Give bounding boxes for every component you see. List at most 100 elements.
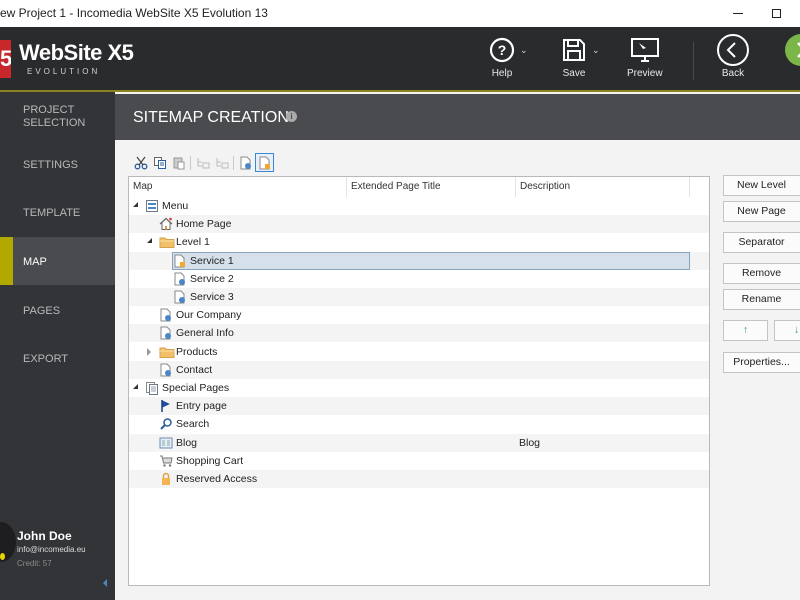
tree-row-label: Service 2 <box>190 272 234 285</box>
tree-row[interactable]: Contact <box>129 360 709 379</box>
floppy-disk-icon <box>563 39 585 61</box>
page-title: SITEMAP CREATION <box>133 109 289 126</box>
sidebar-item-project-selection[interactable]: PROJECT SELECTION <box>0 92 115 140</box>
minimize-icon <box>733 12 743 14</box>
new-page-button[interactable]: New Page <box>723 201 800 222</box>
move-out-icon <box>216 157 228 168</box>
save-dropdown-icon[interactable]: ⌄ <box>592 45 600 56</box>
back-label: Back <box>721 68 745 79</box>
sitemap-tree: Map Extended Page Title Description Menu… <box>128 176 710 586</box>
column-header-map[interactable]: Map <box>129 177 347 197</box>
rename-button[interactable]: Rename <box>723 289 800 310</box>
tree-row[interactable]: Entry page <box>129 397 709 416</box>
sidebar-item-pages[interactable]: PAGES <box>0 286 115 334</box>
svg-text:?: ? <box>498 42 507 58</box>
tree-row[interactable]: Menu <box>129 197 709 215</box>
folder-icon <box>159 235 175 249</box>
back-arrow-icon <box>717 34 749 66</box>
tree-row[interactable]: Shopping Cart <box>129 452 709 470</box>
tree-row[interactable]: Reserved Access <box>129 470 709 488</box>
cut-icon <box>134 156 147 169</box>
sidebar-item-label: PAGES <box>23 305 61 317</box>
move-down-button[interactable]: ↓ <box>774 320 800 341</box>
collapsed-arrow-icon[interactable] <box>147 347 151 356</box>
page-header: SITEMAP CREATION i <box>115 94 800 140</box>
save-button[interactable]: Save <box>561 37 587 87</box>
page-info-icon <box>159 363 173 377</box>
tree-row[interactable]: General Info <box>129 324 709 343</box>
info-icon[interactable]: i <box>286 111 297 122</box>
preview-label: Preview <box>627 68 663 79</box>
page-lock-icon <box>259 156 270 169</box>
tree-row[interactable]: Search <box>129 415 709 433</box>
tree-row[interactable]: Service 3 <box>129 288 709 306</box>
copy-button[interactable] <box>150 153 169 172</box>
tree-row-label: Blog <box>176 436 198 449</box>
tree-row[interactable]: Products <box>129 343 709 361</box>
home-icon <box>159 217 173 231</box>
tree-row-label: Service 3 <box>190 291 234 303</box>
menu-icon <box>145 199 159 213</box>
sidebar-item-label: SELECTION <box>23 117 86 129</box>
back-button[interactable]: Back <box>716 34 750 87</box>
toolbar-separator <box>233 155 234 170</box>
sidebar-item-label: SETTINGS <box>23 159 79 171</box>
paste-button[interactable] <box>169 153 188 172</box>
app-header: 5 WebSite X5 EVOLUTION ? Help ⌄ Save ⌄ P… <box>0 27 800 92</box>
tree-row-label: Level 1 <box>176 236 210 249</box>
tree-row[interactable]: Special Pages <box>129 379 709 397</box>
column-header-extended-page-title[interactable]: Extended Page Title <box>347 177 516 197</box>
status-dot <box>0 553 5 560</box>
page-lock-button[interactable] <box>255 153 274 172</box>
remove-button[interactable]: Remove <box>723 263 800 284</box>
next-arrow-icon <box>785 34 800 66</box>
toolbar-separator <box>190 155 191 170</box>
tree-row[interactable]: Blog Blog <box>129 433 709 452</box>
page-info-icon <box>159 308 173 322</box>
help-button[interactable]: ? Help <box>489 37 515 87</box>
page-info-icon <box>240 156 251 169</box>
expanded-arrow-icon[interactable] <box>133 384 138 389</box>
column-header-description[interactable]: Description <box>516 177 690 197</box>
preview-button[interactable]: Preview <box>627 37 663 87</box>
next-button[interactable]: Ne <box>784 34 800 87</box>
tree-row-label: Contact <box>176 363 213 376</box>
maximize-button[interactable] <box>761 3 791 23</box>
sidebar-item-label: TEMPLATE <box>23 207 81 219</box>
tree-row[interactable]: Service 2 <box>129 270 709 288</box>
tree-row[interactable]: Home Page <box>129 215 709 234</box>
flag-icon <box>159 399 173 413</box>
logo-mark: 5 <box>0 40 11 78</box>
page-info-icon <box>173 290 187 304</box>
tree-row[interactable]: Level 1 <box>129 233 709 251</box>
copy-icon <box>153 156 166 169</box>
minimize-button[interactable] <box>723 3 753 23</box>
sidebar-item-template[interactable]: TEMPLATE <box>0 189 115 237</box>
search-icon <box>159 417 173 431</box>
window-title: ew Project 1 - Incomedia WebSite X5 Evol… <box>0 6 268 20</box>
tree-row[interactable]: Our Company <box>129 306 709 324</box>
sidebar-item-map[interactable]: MAP <box>0 237 115 285</box>
move-in-button[interactable] <box>193 153 212 172</box>
properties-button[interactable]: Properties... <box>723 352 800 373</box>
sidebar-item-settings[interactable]: SETTINGS <box>0 141 115 189</box>
page-lock-icon <box>173 254 187 268</box>
help-dropdown-icon[interactable]: ⌄ <box>520 45 528 56</box>
move-up-button[interactable]: ↑ <box>723 320 768 341</box>
move-in-icon <box>197 157 209 168</box>
blog-icon <box>159 436 173 450</box>
expanded-arrow-icon[interactable] <box>133 202 138 207</box>
expanded-arrow-icon[interactable] <box>147 238 152 244</box>
separator-button[interactable]: Separator <box>723 232 800 253</box>
move-out-button[interactable] <box>212 153 231 172</box>
selection-highlight <box>172 251 690 270</box>
tree-row[interactable]: Service 1 <box>129 251 709 270</box>
cut-button[interactable] <box>131 153 150 172</box>
page-info-button[interactable] <box>236 153 255 172</box>
sidebar-item-export[interactable]: EXPORT <box>0 334 115 382</box>
new-level-button[interactable]: New Level <box>723 175 800 196</box>
page-info-icon <box>159 326 173 340</box>
logo-subtitle: EVOLUTION <box>27 67 101 76</box>
help-label: Help <box>491 68 513 79</box>
collapse-sidebar-icon[interactable] <box>103 579 107 587</box>
